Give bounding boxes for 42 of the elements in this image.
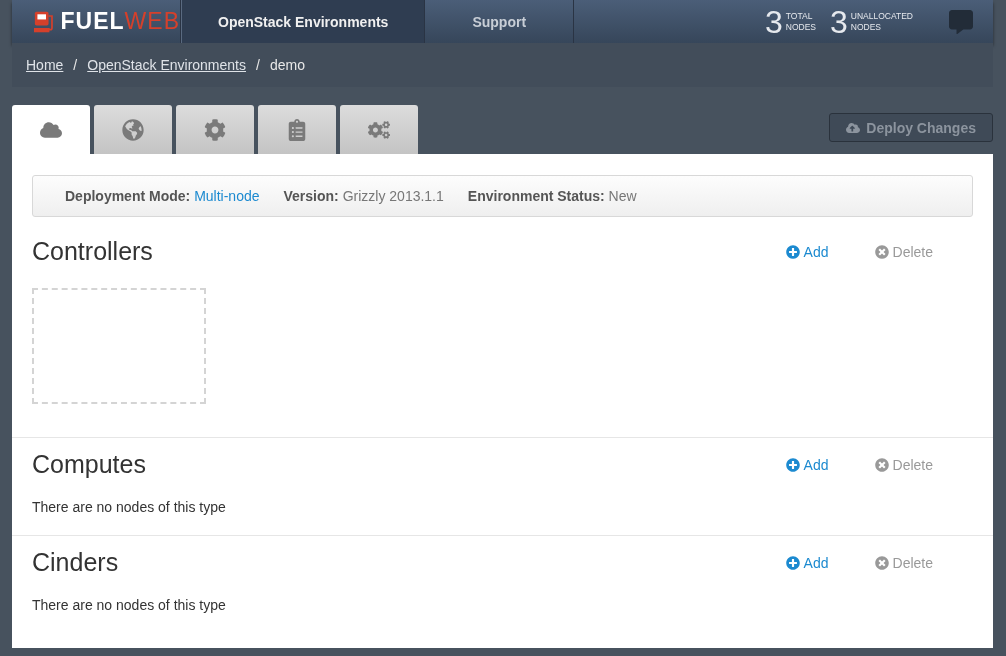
add-link[interactable]: Add (785, 243, 829, 260)
logo-text: FUELWEB (60, 8, 180, 35)
breadcrumb-link[interactable]: OpenStack Environments (87, 57, 246, 73)
globe-icon (122, 118, 144, 141)
empty-message: There are no nodes of this type (32, 499, 227, 515)
gear-icon (204, 118, 226, 141)
chat-icon[interactable] (949, 9, 973, 34)
delete-link[interactable]: Delete (874, 456, 933, 473)
close-icon (874, 244, 889, 259)
tab[interactable] (258, 105, 336, 154)
add-icon (785, 244, 800, 259)
tab[interactable] (12, 105, 90, 154)
breadcrumb-separator: / (73, 57, 78, 73)
gears-icon (368, 118, 390, 141)
node-count: 3 (830, 5, 848, 38)
empty-message: There are no nodes of this type (32, 597, 227, 613)
info-item: Environment Status: New (467, 188, 637, 204)
info-item: Deployment Mode: Multi-node (65, 188, 260, 204)
add-link[interactable]: Add (785, 554, 829, 571)
info-item: Version: Grizzly 2013.1.1 (283, 188, 444, 204)
close-icon (874, 555, 889, 570)
node-count-label: TOTAL NODES (785, 11, 816, 32)
add-icon (785, 555, 800, 570)
cloud-upload-icon (846, 120, 861, 135)
nav-item[interactable]: OpenStack Environments (181, 0, 426, 43)
section-title: Cinders (32, 548, 120, 577)
breadcrumb-separator: / (256, 57, 260, 73)
node-count: 3 (764, 5, 783, 38)
tab[interactable] (176, 105, 254, 154)
close-icon (874, 457, 889, 472)
clipboard-icon (286, 118, 308, 141)
add-link[interactable]: Add (785, 456, 829, 473)
breadcrumb-current: demo (269, 57, 305, 73)
section-title: Controllers (32, 237, 154, 266)
breadcrumb-link[interactable]: Home (26, 57, 64, 73)
add-icon (785, 457, 800, 472)
tab[interactable] (340, 105, 418, 154)
tab[interactable] (94, 105, 172, 154)
delete-link[interactable]: Delete (874, 243, 933, 260)
node-count-label: UNALLOCATED NODES (850, 11, 913, 32)
delete-link[interactable]: Delete (874, 554, 933, 571)
section-title: Computes (32, 450, 147, 479)
